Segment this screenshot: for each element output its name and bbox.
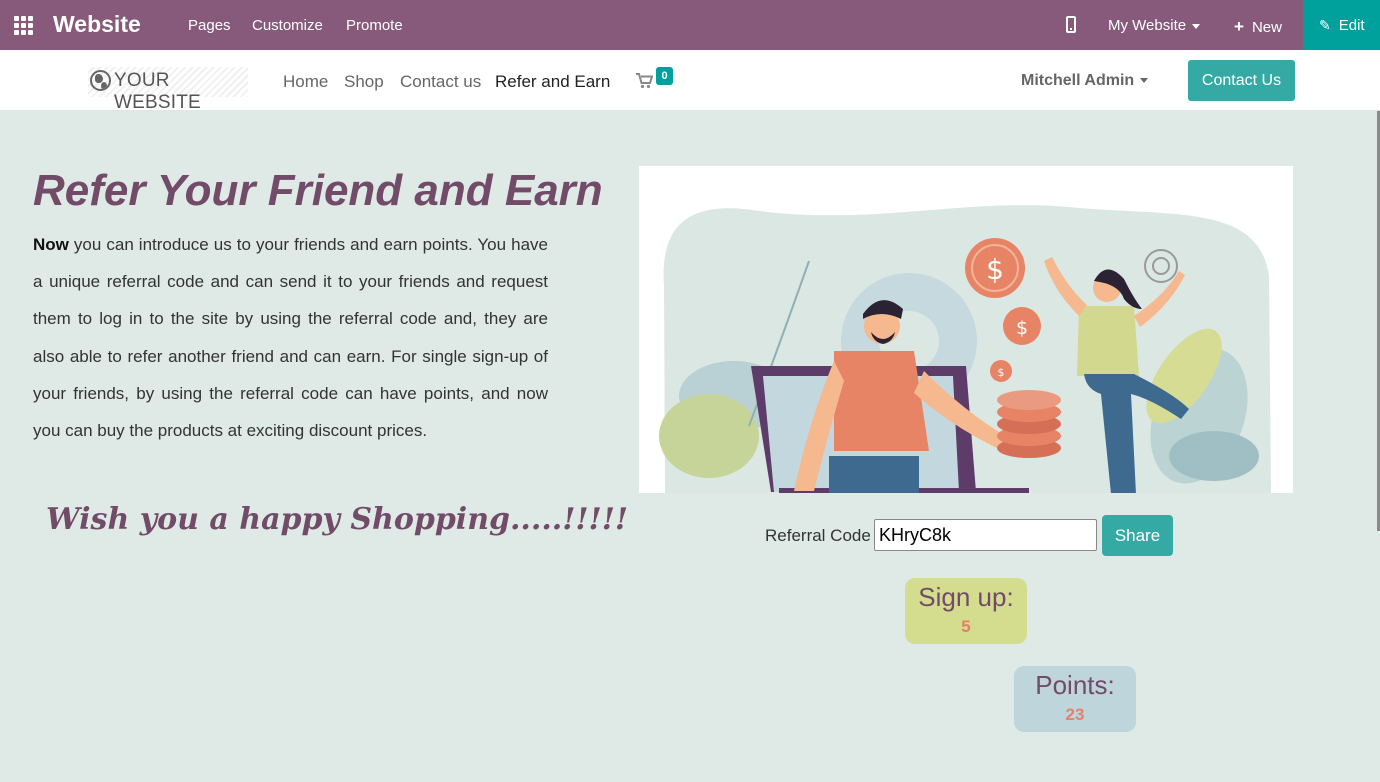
globe-icon [90, 70, 111, 91]
admin-bar: Website Pages Customize Promote My Websi… [0, 0, 1380, 50]
website-selector[interactable]: My Website [1108, 17, 1201, 34]
chevron-down-icon [1192, 23, 1201, 29]
intro-paragraph: Now you can introduce us to your friends… [33, 226, 548, 449]
edit-button[interactable]: ✎ Edit [1303, 0, 1380, 50]
pencil-icon: ✎ [1319, 17, 1331, 33]
site-logo[interactable]: YOUR WEBSITE [88, 67, 248, 113]
nav-home[interactable]: Home [283, 72, 328, 92]
svg-text:$: $ [986, 253, 1004, 286]
nav-shop[interactable]: Shop [344, 72, 384, 92]
intro-bold: Now [33, 235, 69, 254]
chevron-down-icon [1140, 78, 1149, 84]
points-stat-box: Points: 23 [1014, 666, 1136, 732]
nav-refer-and-earn[interactable]: Refer and Earn [495, 72, 610, 92]
app-title[interactable]: Website [53, 11, 141, 38]
contact-us-button[interactable]: Contact Us [1188, 60, 1295, 101]
cart-icon[interactable] [636, 72, 654, 89]
nav-contact-us[interactable]: Contact us [400, 72, 481, 92]
logo-text: YOUR WEBSITE [114, 70, 201, 113]
signup-stat-box: Sign up: 5 [905, 578, 1027, 644]
signup-value: 5 [961, 617, 971, 636]
svg-text:$: $ [1016, 317, 1028, 339]
wish-text: Wish you a happy Shopping.....!!!!! [46, 502, 629, 537]
referral-illustration: $ $ $ [639, 166, 1293, 493]
referral-code-label: Referral Code [765, 526, 871, 545]
user-name: Mitchell Admin [1021, 72, 1135, 89]
menu-customize[interactable]: Customize [252, 17, 323, 34]
apps-grid-icon[interactable] [14, 16, 34, 35]
new-button[interactable]: + New [1234, 17, 1282, 37]
menu-pages[interactable]: Pages [188, 17, 231, 34]
edit-button-label: Edit [1338, 17, 1365, 34]
svg-text:$: $ [998, 366, 1005, 379]
website-selector-label: My Website [1108, 17, 1187, 34]
intro-text: you can introduce us to your friends and… [33, 235, 548, 441]
mobile-preview-icon[interactable] [1066, 16, 1076, 33]
cart-count-badge: 0 [656, 67, 673, 85]
user-menu[interactable]: Mitchell Admin [1021, 72, 1149, 90]
new-button-label: New [1251, 19, 1282, 36]
points-label: Points: [1035, 670, 1115, 700]
site-header: YOUR WEBSITE [0, 50, 1380, 113]
menu-promote[interactable]: Promote [346, 17, 403, 34]
plus-icon: + [1234, 17, 1244, 36]
share-button[interactable]: Share [1102, 515, 1173, 556]
signup-label: Sign up: [918, 582, 1014, 612]
points-value: 23 [1065, 705, 1085, 724]
page-title: Refer Your Friend and Earn [33, 166, 603, 215]
referral-code-input[interactable] [874, 519, 1097, 551]
